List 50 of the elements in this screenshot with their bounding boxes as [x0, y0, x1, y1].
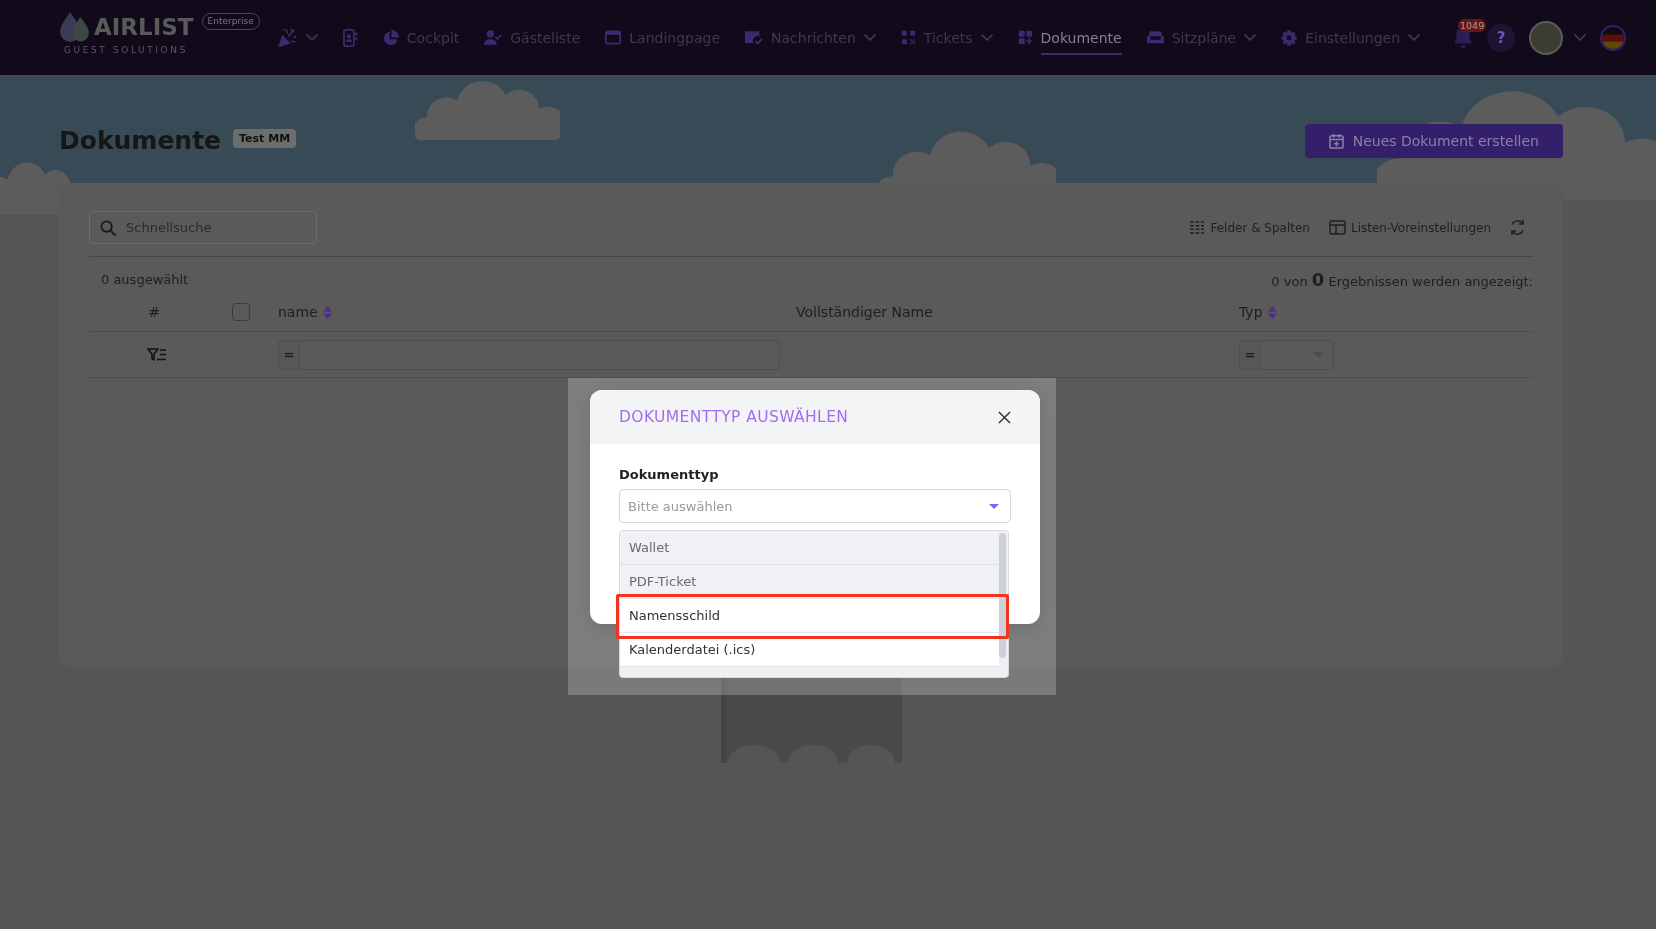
logo-icon	[60, 12, 89, 42]
calendar-plus-icon	[1328, 133, 1344, 149]
result-summary: 0 von 0 Ergebnissen werden angezeigt:	[1271, 268, 1533, 290]
nav-link[interactable]: Dokumente	[1017, 20, 1122, 55]
dropdown-option[interactable]: Kalenderdatei (.ics)	[620, 633, 999, 667]
column-header: Vollständiger Name	[796, 304, 933, 320]
page-title: Dokumente	[59, 125, 222, 157]
list-columns-icon	[1189, 221, 1206, 234]
sort-icon[interactable]	[322, 305, 332, 319]
table-layout-icon	[1328, 220, 1346, 235]
refresh-icon	[1510, 219, 1525, 236]
dropdown-option[interactable]: Namensschild	[620, 599, 999, 633]
caret-icon	[989, 503, 999, 509]
column-header: #	[148, 304, 160, 320]
column-header: Typ	[1239, 304, 1263, 320]
settings-icon	[1281, 29, 1298, 46]
contact-book-icon	[342, 28, 358, 47]
user-check-icon	[484, 30, 503, 45]
scrollbar-thumb[interactable]	[999, 533, 1006, 658]
help-button[interactable]: ?	[1487, 23, 1515, 52]
search-icon	[100, 220, 116, 236]
refresh-button[interactable]	[1510, 219, 1525, 236]
operator-button[interactable]: =	[1239, 339, 1261, 370]
sort-icon[interactable]	[1267, 305, 1277, 319]
armchair-icon	[1146, 31, 1164, 44]
close-button[interactable]	[998, 410, 1011, 424]
select-field[interactable]: Bitte auswählen	[619, 489, 1011, 523]
toolbar-button[interactable]: Felder & Spalten	[1189, 220, 1310, 235]
field-label: Dokumenttyp	[619, 466, 720, 483]
create-document-button[interactable]: Neues Dokument erstellen	[1304, 124, 1563, 158]
filter-icon[interactable]	[147, 348, 167, 361]
logo-wordmark: AIRLIST	[94, 14, 194, 40]
confetti-icon	[276, 27, 297, 48]
column-header: name	[278, 304, 318, 320]
avatar-placeholder[interactable]	[1529, 20, 1563, 55]
notification-badge: 1049	[1458, 18, 1487, 32]
pie-chart-icon	[382, 29, 399, 46]
envelope-check-icon	[745, 30, 764, 45]
close-icon	[998, 410, 1011, 424]
flag-icon[interactable]	[1600, 24, 1626, 51]
operator-button[interactable]: =	[278, 339, 300, 370]
event-badge: Test MM	[233, 128, 297, 148]
logo-tagline: GUEST SOLUTIONS	[63, 45, 189, 56]
select-all-checkbox[interactable]	[232, 303, 250, 321]
selection-count: 0 ausgewählt	[100, 271, 189, 287]
browser-window-icon	[605, 30, 622, 45]
grid-plus-icon	[1017, 30, 1033, 45]
toolbar-button[interactable]: Listen-Voreinstellungen	[1328, 220, 1491, 235]
modal-title: DOKUMENTTYP AUSWÄHLEN	[619, 408, 849, 426]
qr-code-icon	[900, 30, 916, 45]
